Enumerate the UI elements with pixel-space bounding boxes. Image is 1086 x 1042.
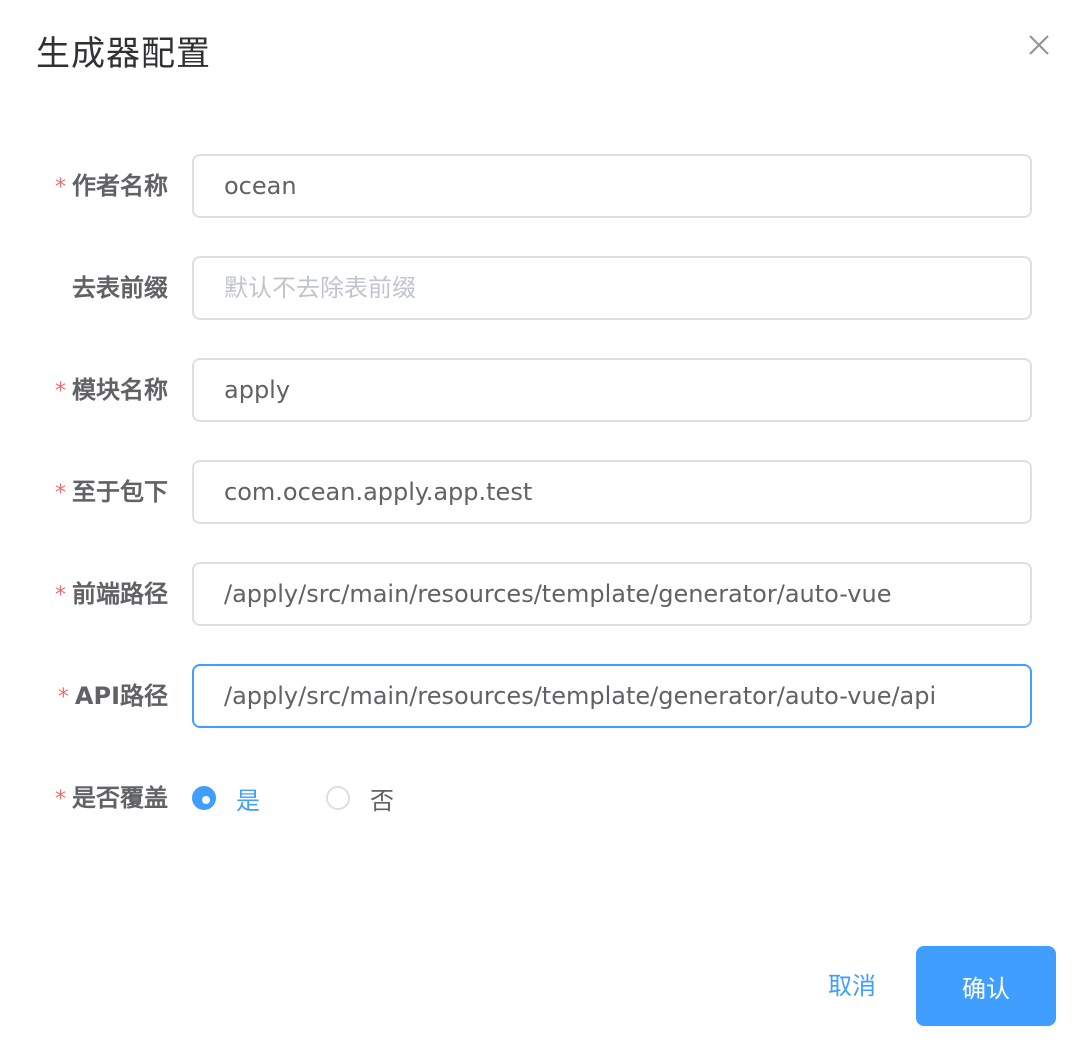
module-name-input-wrapper xyxy=(192,358,1032,422)
form-item-frontend-path: * 前端路径 xyxy=(0,562,1086,626)
field-label: * 是否覆盖 xyxy=(55,784,168,812)
field-label: * 前端路径 xyxy=(55,580,168,608)
api-path-input[interactable] xyxy=(194,666,1024,726)
required-mark: * xyxy=(55,175,66,200)
field-label: 去表前缀 xyxy=(72,274,168,302)
radio-checked-icon xyxy=(192,786,216,810)
required-mark: * xyxy=(55,481,66,506)
dialog-title: 生成器配置 xyxy=(36,34,211,74)
confirm-button[interactable]: 确认 xyxy=(916,946,1056,1026)
author-name-input-wrapper xyxy=(192,154,1032,218)
required-mark: * xyxy=(57,685,69,710)
radio-no[interactable]: 否 xyxy=(326,781,394,816)
table-prefix-input-wrapper xyxy=(192,256,1032,320)
required-mark: * xyxy=(55,583,66,608)
radio-label: 否 xyxy=(370,786,394,815)
form-item-api-path: * API路径 xyxy=(0,664,1086,728)
form-item-module: * 模块名称 xyxy=(0,358,1086,422)
field-label: * API路径 xyxy=(57,682,168,710)
cancel-button[interactable]: 取消 xyxy=(828,966,876,1001)
field-label: * 模块名称 xyxy=(55,376,168,404)
package-input[interactable] xyxy=(194,462,1024,522)
overwrite-radio-group: 是 否 xyxy=(192,766,460,830)
api-path-input-wrapper xyxy=(192,664,1032,728)
radio-label: 是 xyxy=(236,786,260,815)
required-mark: * xyxy=(55,379,66,404)
close-icon xyxy=(1029,35,1049,55)
field-label: * 至于包下 xyxy=(55,478,168,506)
form-item-author: * 作者名称 xyxy=(0,154,1086,218)
author-name-input[interactable] xyxy=(194,156,1024,216)
package-input-wrapper xyxy=(192,460,1032,524)
close-button[interactable] xyxy=(1026,32,1052,58)
form-item-package: * 至于包下 xyxy=(0,460,1086,524)
radio-yes[interactable]: 是 xyxy=(192,781,260,816)
module-name-input[interactable] xyxy=(194,360,1024,420)
frontend-path-input[interactable] xyxy=(194,564,1024,624)
table-prefix-input[interactable] xyxy=(194,258,1024,318)
field-label: * 作者名称 xyxy=(55,172,168,200)
form-item-overwrite: * 是否覆盖 是 否 xyxy=(0,766,1086,830)
form-item-table-prefix: 去表前缀 xyxy=(0,256,1086,320)
generator-config-dialog: 生成器配置 *作者名称 去表前缀 *模块名称 *至于包下 *前端路径 xyxy=(0,0,1086,1042)
frontend-path-input-wrapper xyxy=(192,562,1032,626)
required-mark: * xyxy=(55,787,66,812)
radio-unchecked-icon xyxy=(326,786,350,810)
